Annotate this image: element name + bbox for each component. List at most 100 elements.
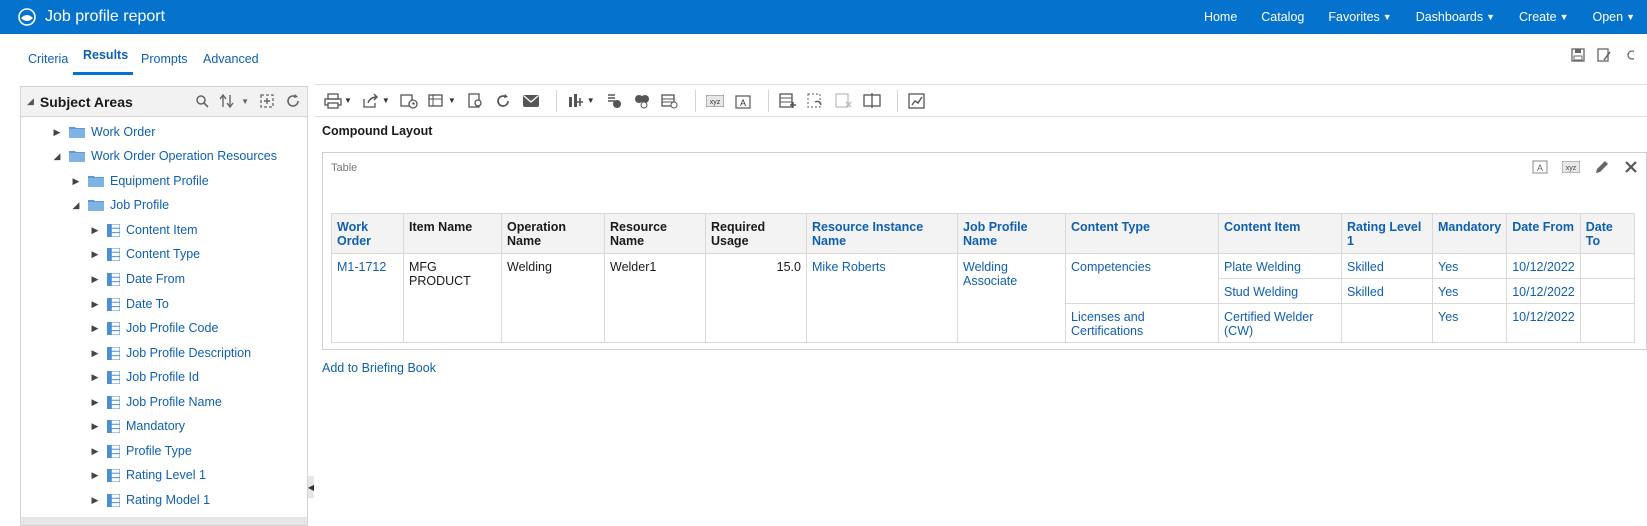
save-icon[interactable] [1569,46,1587,64]
xyz-format-icon[interactable]: xyz [1562,161,1580,173]
horizontal-scrollbar[interactable] [21,517,307,525]
tree-column-profile-type[interactable]: ▶ Profile Type [89,441,192,461]
tree-column-job-profile-name[interactable]: ▶ Job Profile Name [89,392,222,412]
cell-mandatory[interactable]: Yes [1431,303,1508,343]
expand-arrow-icon[interactable]: ▶ [89,372,101,383]
print-icon[interactable] [322,90,344,112]
nav-catalog[interactable]: Catalog [1261,10,1304,24]
cell-content-type[interactable]: Competencies [1065,253,1219,304]
collapse-arrow-icon[interactable]: ◢ [51,151,63,162]
tree-column-rating-level-1[interactable]: ▶ Rating Level 1 [89,465,206,485]
tab-results[interactable]: Results [83,48,128,62]
expand-arrow-icon[interactable]: ▶ [89,421,101,432]
col-header-operation-name[interactable]: Operation Name [501,213,605,254]
refresh-results-icon[interactable] [492,90,514,112]
preview-icon[interactable] [464,90,486,112]
sort-icon[interactable]: ▼ [219,94,249,108]
cell-job-profile-name[interactable]: Welding Associate [957,253,1066,343]
add-to-briefing-book-link[interactable]: Add to Briefing Book [322,361,436,375]
cell-content-item[interactable]: Plate Welding [1218,253,1342,279]
export-icon[interactable] [360,90,382,112]
title-view-icon[interactable]: A [732,90,754,112]
tree-column-content-type[interactable]: ▶ Content Type [89,244,201,264]
insert-row-icon[interactable] [777,90,799,112]
col-header-item-name[interactable]: Item Name [403,213,502,254]
search-icon[interactable] [195,94,209,108]
tree-column-job-profile-code[interactable]: ▶ Job Profile Code [89,318,219,338]
cell-date-from[interactable]: 10/12/2022 [1506,253,1581,279]
new-calculated-item-icon[interactable] [603,90,625,112]
more-icon[interactable] [1621,46,1639,64]
nav-favorites[interactable]: Favorites ▼ [1328,10,1391,24]
tree-node-work-order[interactable]: ▶ Work Order [51,122,156,142]
nav-home[interactable]: Home [1204,10,1237,24]
refresh-icon[interactable] [285,93,301,109]
oracle-logo-icon[interactable] [17,7,37,27]
cell-resource-instance-name[interactable]: Mike Roberts [806,253,958,343]
expand-arrow-icon[interactable]: ▶ [51,127,63,138]
tree-node-equipment-profile[interactable]: ▶ Equipment Profile [70,171,209,191]
expand-arrow-icon[interactable]: ▶ [89,323,101,334]
caret-down-icon[interactable]: ▼ [448,96,456,105]
show-views-icon[interactable] [426,90,448,112]
col-header-work-order[interactable]: Work Order [331,213,404,254]
save-as-icon[interactable] [1595,46,1613,64]
expand-arrow-icon[interactable]: ▶ [89,446,101,457]
expand-arrow-icon[interactable]: ▶ [89,225,101,236]
col-header-content-item[interactable]: Content Item [1218,213,1342,254]
email-icon[interactable] [520,90,542,112]
cell-date-from[interactable]: 10/12/2022 [1506,303,1581,343]
col-header-date-from[interactable]: Date From [1506,213,1581,254]
caret-down-icon[interactable]: ▼ [382,96,390,105]
tree-column-job-profile-description[interactable]: ▶ Job Profile Description [89,343,252,363]
cell-content-item[interactable]: Certified Welder (CW) [1218,303,1342,343]
nav-create[interactable]: Create ▼ [1519,10,1568,24]
close-view-icon[interactable] [1624,160,1638,174]
tab-advanced[interactable]: Advanced [203,52,259,66]
tree-column-mandatory[interactable]: ▶ Mandatory [89,416,186,436]
col-header-mandatory[interactable]: Mandatory [1431,213,1508,254]
cell-rating-level-1[interactable]: Skilled [1341,253,1433,279]
schedule-icon[interactable] [398,90,420,112]
xyz-label-icon[interactable]: xyz [704,90,726,112]
caret-down-icon[interactable]: ▼ [344,96,352,105]
col-header-resource-instance-name[interactable]: Resource Instance Name [806,213,958,254]
expand-arrow-icon[interactable]: ▶ [89,299,101,310]
tree-column-job-profile-id[interactable]: ▶ Job Profile Id [89,367,199,387]
delete-row-icon[interactable] [833,90,855,112]
tree-node-job-profile[interactable]: ◢ Job Profile [70,195,170,215]
nav-open[interactable]: Open ▼ [1592,10,1635,24]
col-header-required-usage[interactable]: Required Usage [705,213,807,254]
col-header-content-type[interactable]: Content Type [1065,213,1219,254]
add-subject-area-icon[interactable] [259,93,275,109]
expand-arrow-icon[interactable]: ▶ [70,176,82,187]
tree-column-rating-model-1[interactable]: ▶ Rating Model 1 [89,490,211,510]
col-header-rating-level-1[interactable]: Rating Level 1 [1341,213,1433,254]
cell-work-order[interactable]: M1-1712 [331,253,404,343]
new-view-icon[interactable] [565,90,587,112]
panel-splitter-handle[interactable]: ◀ [308,476,314,498]
tree-column-date-from[interactable]: ▶ Date From [89,269,186,289]
collapse-arrow-icon[interactable]: ◢ [70,200,82,211]
expand-arrow-icon[interactable]: ▶ [89,397,101,408]
new-group-icon[interactable] [631,90,653,112]
cell-date-from[interactable]: 10/12/2022 [1506,278,1581,304]
cell-mandatory[interactable]: Yes [1431,253,1508,279]
tree-column-content-item[interactable]: ▶ Content Item [89,220,198,240]
cell-rating-level-1[interactable]: Skilled [1341,278,1433,304]
col-header-date-to[interactable]: Date To [1579,213,1635,254]
tab-criteria[interactable]: Criteria [28,52,68,66]
expand-arrow-icon[interactable]: ▶ [89,274,101,285]
undo-row-icon[interactable] [805,90,827,112]
collapse-triangle-icon[interactable]: ◢ [27,96,34,107]
tree-node-work-order-operation-resources[interactable]: ◢ Work Order Operation Resources [51,146,277,166]
edit-analysis-icon[interactable] [906,90,928,112]
tree-column-date-to[interactable]: ▶ Date To [89,294,169,314]
format-title-icon[interactable]: A [1532,160,1548,174]
cell-content-type[interactable]: Licenses and Certifications [1065,303,1219,343]
nav-dashboards[interactable]: Dashboards ▼ [1416,10,1495,24]
col-header-resource-name[interactable]: Resource Name [604,213,706,254]
cell-content-item[interactable]: Stud Welding [1218,278,1342,304]
expand-arrow-icon[interactable]: ▶ [89,495,101,506]
col-header-job-profile-name[interactable]: Job Profile Name [957,213,1066,254]
